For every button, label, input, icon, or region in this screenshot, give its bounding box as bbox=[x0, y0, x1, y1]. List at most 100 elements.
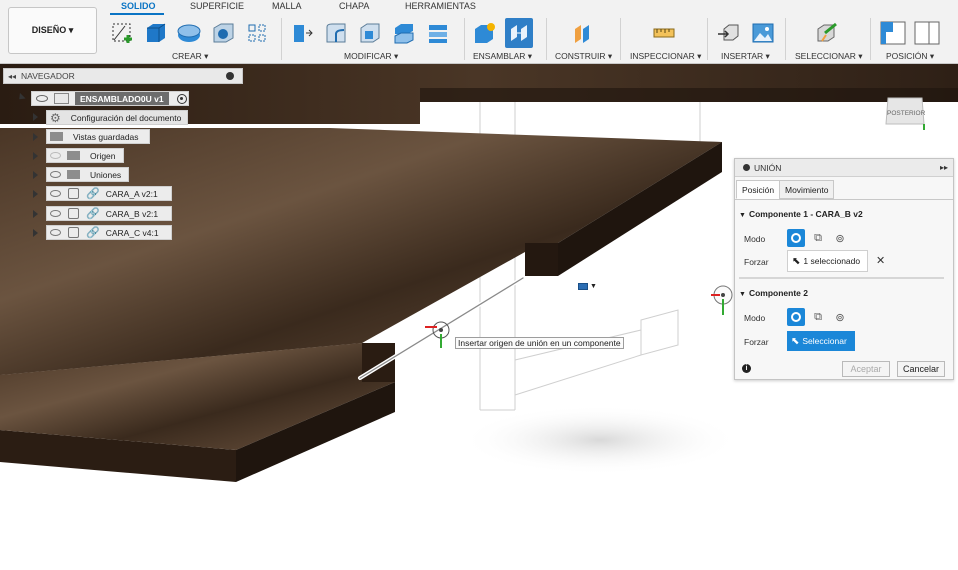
pattern-icon[interactable] bbox=[243, 18, 271, 48]
group-posicion[interactable]: POSICIÓN ▾ bbox=[886, 51, 934, 62]
tab-chapa[interactable]: CHAPA bbox=[339, 1, 369, 14]
mode-simple-button-2[interactable] bbox=[787, 308, 805, 326]
revert-position-icon[interactable] bbox=[913, 18, 941, 48]
nav-item-label: Uniones bbox=[90, 169, 122, 180]
joint-origin-glyph-2 bbox=[711, 285, 733, 315]
shell-icon[interactable] bbox=[356, 18, 384, 48]
expand-panel-icon[interactable]: ▸▸ bbox=[940, 163, 948, 172]
display-mode-dropdown[interactable]: ▼ bbox=[578, 280, 604, 293]
tab-posicion[interactable]: Posición bbox=[736, 180, 781, 199]
eye-icon[interactable] bbox=[50, 171, 61, 178]
component-1-header[interactable]: ▼ Componente 1 - CARA_B v2 bbox=[739, 209, 863, 219]
group-ensamblar[interactable]: ENSAMBLAR ▾ bbox=[473, 51, 532, 62]
component-2-header[interactable]: ▼ Componente 2 bbox=[739, 288, 808, 298]
expand-arrow-icon[interactable] bbox=[33, 152, 38, 160]
eye-hidden-icon[interactable] bbox=[50, 152, 61, 159]
component-1-selection[interactable]: ⬉ 1 seleccionado bbox=[787, 250, 868, 272]
section-divider bbox=[739, 277, 944, 279]
dialog-titlebar[interactable]: UNIÓN ▸▸ bbox=[735, 159, 953, 177]
eye-icon[interactable] bbox=[50, 229, 61, 236]
nav-item-label: Origen bbox=[90, 150, 116, 161]
mode-center-button[interactable]: ⊚ bbox=[831, 229, 849, 247]
nav-item-cara-a[interactable]: 🔗 CARA_A v2:1 bbox=[46, 186, 172, 201]
fillet-icon[interactable] bbox=[322, 18, 350, 48]
dialog-title: UNIÓN bbox=[754, 162, 782, 173]
mode-simple-icon bbox=[791, 233, 801, 243]
replace-face-icon[interactable] bbox=[424, 18, 452, 48]
nav-root-row[interactable]: ENSAMBLADO0U v1 bbox=[31, 91, 189, 106]
tab-herramientas[interactable]: HERRAMIENTAS bbox=[405, 1, 476, 14]
view-cube-label: POSTERIOR bbox=[887, 110, 926, 117]
expand-arrow-icon[interactable] bbox=[33, 190, 38, 198]
measure-icon[interactable] bbox=[650, 18, 678, 48]
group-inspeccionar[interactable]: INSPECCIONAR ▾ bbox=[630, 51, 701, 62]
group-insertar[interactable]: INSERTAR ▾ bbox=[721, 51, 770, 62]
expand-arrow-icon[interactable] bbox=[33, 210, 38, 218]
ok-button[interactable]: Aceptar bbox=[842, 361, 890, 377]
component-2-select-button[interactable]: ⬉ Seleccionar bbox=[787, 331, 855, 351]
joint-icon[interactable] bbox=[505, 18, 533, 48]
pin-icon[interactable] bbox=[226, 72, 234, 80]
offset-plane-icon[interactable] bbox=[568, 18, 596, 48]
chevron-down-icon: ▼ bbox=[590, 283, 597, 290]
combine-icon[interactable] bbox=[390, 18, 418, 48]
navigator-header[interactable]: ◂◂ NAVEGADOR bbox=[3, 68, 243, 84]
mode-between-button[interactable]: ⧉ bbox=[809, 229, 827, 247]
group-seleccionar[interactable]: SELECCIONAR ▾ bbox=[795, 51, 863, 62]
capture-position-icon[interactable] bbox=[879, 18, 907, 48]
insert-derive-icon[interactable] bbox=[714, 18, 742, 48]
mode-between-icon: ⧉ bbox=[814, 310, 822, 323]
revolve-icon[interactable] bbox=[175, 18, 203, 48]
mode-simple-button[interactable] bbox=[787, 229, 805, 247]
nav-item-label: CARA_B v2:1 bbox=[105, 208, 159, 219]
tab-movimiento[interactable]: Movimiento bbox=[779, 180, 835, 199]
eye-icon[interactable] bbox=[50, 210, 61, 217]
group-modificar[interactable]: MODIFICAR ▾ bbox=[344, 51, 398, 62]
cancel-button[interactable]: Cancelar bbox=[897, 361, 945, 377]
clear-selection-icon[interactable]: ✕ bbox=[876, 254, 885, 267]
nav-item-joints[interactable]: Uniones bbox=[46, 167, 129, 182]
extrude-icon[interactable] bbox=[141, 18, 169, 48]
design-workspace-button[interactable]: DISEÑO ▾ bbox=[8, 7, 97, 54]
collapse-icon[interactable]: ◂◂ bbox=[8, 72, 16, 81]
mode-center-icon: ⊚ bbox=[835, 311, 845, 324]
nav-item-cara-b[interactable]: 🔗 CARA_B v2:1 bbox=[46, 206, 172, 221]
active-tab-indicator bbox=[110, 13, 164, 15]
component-icon bbox=[54, 93, 69, 104]
component-icon bbox=[68, 227, 79, 238]
info-icon[interactable]: i bbox=[742, 364, 751, 373]
tooltip: Insertar origen de unión en un component… bbox=[455, 337, 624, 349]
nav-item-label: CARA_C v4:1 bbox=[105, 227, 159, 238]
eye-icon[interactable] bbox=[36, 95, 48, 102]
create-sketch-icon[interactable] bbox=[108, 18, 136, 48]
group-crear[interactable]: CREAR ▾ bbox=[172, 51, 208, 62]
expand-arrow-icon[interactable] bbox=[33, 133, 38, 141]
cursor-arrow-icon: ⬉ bbox=[791, 335, 800, 347]
tab-divider bbox=[735, 199, 953, 200]
tab-malla[interactable]: MALLA bbox=[272, 1, 302, 14]
close-dot-icon[interactable] bbox=[743, 164, 750, 171]
eye-icon[interactable] bbox=[50, 190, 61, 197]
insert-image-icon[interactable] bbox=[749, 18, 777, 48]
navigator-title: NAVEGADOR bbox=[21, 71, 75, 81]
activate-radio-icon[interactable] bbox=[176, 93, 187, 104]
group-construir[interactable]: CONSTRUIR ▾ bbox=[555, 51, 612, 62]
expand-arrow-icon[interactable] bbox=[33, 171, 38, 179]
nav-item-cara-c[interactable]: 🔗 CARA_C v4:1 bbox=[46, 225, 172, 240]
select-icon[interactable] bbox=[812, 18, 840, 48]
mode-between-button-2[interactable]: ⧉ bbox=[809, 308, 827, 326]
view-cube[interactable]: POSTERIOR bbox=[884, 92, 928, 140]
nav-item-origin[interactable]: Origen bbox=[46, 148, 124, 163]
mode-center-button-2[interactable]: ⊚ bbox=[831, 308, 849, 326]
expand-arrow-icon[interactable] bbox=[33, 229, 38, 237]
link-icon: 🔗 bbox=[86, 208, 100, 220]
tab-superficie[interactable]: SUPERFICIE bbox=[190, 1, 244, 14]
new-component-icon[interactable] bbox=[470, 18, 498, 48]
expand-arrow-icon[interactable] bbox=[33, 113, 38, 121]
hole-icon[interactable] bbox=[209, 18, 237, 48]
force-label: Forzar bbox=[744, 257, 769, 267]
separator bbox=[281, 18, 282, 60]
nav-item-saved-views[interactable]: Vistas guardadas bbox=[46, 129, 150, 144]
nav-item-settings[interactable]: ⚙ Configuración del documento bbox=[46, 110, 188, 125]
press-pull-icon[interactable] bbox=[288, 18, 316, 48]
